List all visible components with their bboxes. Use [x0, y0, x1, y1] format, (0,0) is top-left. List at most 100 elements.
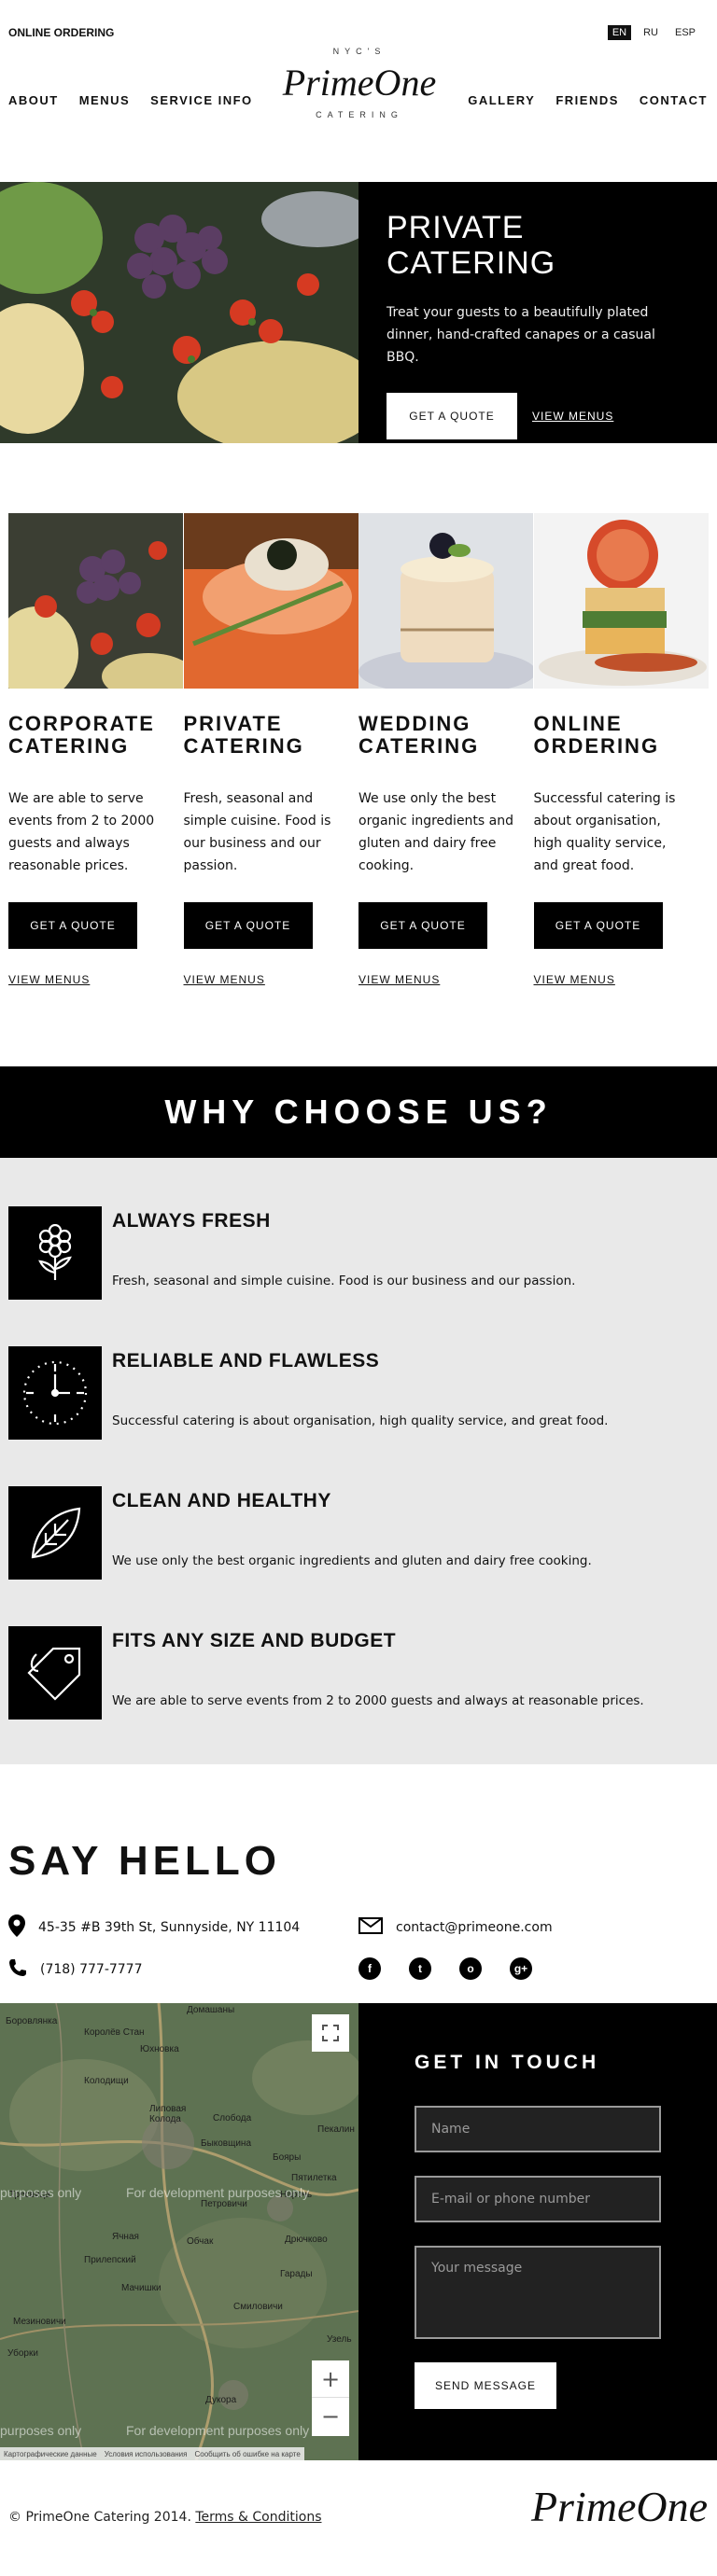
service-card: ONLINE ORDERING Successful catering is a…: [533, 513, 710, 986]
service-title: WEDDING CATERING: [358, 713, 534, 758]
nav-right: GALLERY FRIENDS CONTACT: [468, 93, 708, 107]
service-view-menus-link[interactable]: VIEW MENUS: [8, 973, 184, 986]
service-image: [183, 513, 358, 689]
service-title: CORPORATE CATERING: [8, 713, 184, 758]
map-pin-icon: [8, 1915, 25, 1941]
map-place: Узель: [327, 2334, 352, 2345]
zoom-controls: + −: [312, 2360, 349, 2436]
map-place: Смиловичи: [233, 2302, 283, 2312]
feature-item: ALWAYS FRESH Fresh, seasonal and simple …: [8, 1206, 662, 1300]
online-ordering-link[interactable]: ONLINE ORDERING: [8, 26, 114, 39]
why-choose-band: WHY CHOOSE US?: [0, 1066, 717, 1158]
map-watermark: For development purposes only: [126, 2423, 310, 2438]
phone-text[interactable]: (718) 777-7777: [40, 1962, 143, 1977]
feature-item: RELIABLE AND FLAWLESS Successful caterin…: [8, 1346, 662, 1440]
email-text[interactable]: contact@primeone.com: [396, 1920, 553, 1935]
nav-menus[interactable]: MENUS: [79, 93, 130, 107]
map-place: Пекалин: [317, 2124, 355, 2135]
service-description: We use only the best organic ingredients…: [358, 791, 513, 873]
address-row: 45-35 #B 39th St, Sunnyside, NY 11104: [8, 1915, 300, 1941]
services-grid: CORPORATE CATERING We are able to serve …: [8, 513, 709, 986]
service-description: Fresh, seasonal and simple cuisine. Food…: [183, 791, 331, 873]
zoom-in-button[interactable]: +: [312, 2360, 349, 2398]
service-title: PRIVATE CATERING: [184, 713, 359, 758]
map-attribution: Картографические данные Условия использо…: [0, 2447, 304, 2460]
footer-logo[interactable]: PrimeOne: [531, 2482, 708, 2531]
feature-text: Fresh, seasonal and simple cuisine. Food…: [112, 1274, 576, 1288]
service-get-quote-button[interactable]: GET A QUOTE: [358, 902, 487, 949]
service-title-line1: PRIVATE: [183, 712, 283, 735]
site-header: ONLINE ORDERING EN RU ESP ABOUT MENUS SE…: [0, 0, 717, 182]
service-view-menus-link[interactable]: VIEW MENUS: [184, 973, 359, 986]
service-view-menus-link[interactable]: VIEW MENUS: [534, 973, 710, 986]
facebook-icon[interactable]: f: [358, 1957, 381, 1980]
map-place: Юхновка: [140, 2044, 179, 2054]
twitter-icon[interactable]: t: [409, 1957, 431, 1980]
map-place: Обчак: [187, 2236, 214, 2247]
service-title-line1: WEDDING: [358, 712, 471, 735]
service-title-line2: CATERING: [8, 734, 130, 758]
map-report-link[interactable]: Сообщить об ошибке на карте: [194, 2450, 300, 2458]
logo-top-text: NYC'S: [332, 47, 387, 56]
map-place: Петровичи: [201, 2199, 247, 2209]
instagram-icon[interactable]: o: [459, 1957, 482, 1980]
map-terms-link[interactable]: Условия использования: [105, 2450, 188, 2458]
copyright-text: © PrimeOne Catering 2014.: [8, 2510, 191, 2525]
map-place: Колодищи: [84, 2076, 129, 2086]
fullscreen-button[interactable]: [312, 2014, 349, 2052]
map-place: Бояры: [273, 2152, 302, 2163]
terms-link[interactable]: Terms & Conditions: [195, 2510, 321, 2525]
service-view-menus-link[interactable]: VIEW MENUS: [358, 973, 534, 986]
hero-panel: PRIVATE CATERING Treat your guests to a …: [358, 182, 717, 443]
clock-icon: [8, 1346, 102, 1440]
why-choose-title: WHY CHOOSE US?: [164, 1093, 553, 1131]
feature-item: FITS ANY SIZE AND BUDGET We are able to …: [8, 1626, 662, 1720]
why-choose-list: ALWAYS FRESH Fresh, seasonal and simple …: [0, 1158, 717, 1764]
zoom-out-button[interactable]: −: [312, 2398, 349, 2435]
feature-title: ALWAYS FRESH: [112, 1210, 271, 1232]
address-text: 45-35 #B 39th St, Sunnyside, NY 11104: [38, 1920, 301, 1935]
service-description: Successful catering is about organisatio…: [533, 791, 676, 873]
map-data-credit: Картографические данные: [4, 2449, 97, 2458]
message-textarea[interactable]: Your message: [415, 2246, 661, 2339]
feature-item: CLEAN AND HEALTHY We use only the best o…: [8, 1486, 662, 1580]
send-message-button[interactable]: SEND MESSAGE: [415, 2362, 556, 2409]
contact-form-panel: GET IN TOUCH Name E-mail or phone number…: [358, 2003, 717, 2460]
nav-about[interactable]: ABOUT: [8, 93, 59, 107]
map-place: Домашаны: [187, 2005, 235, 2015]
nav-contact[interactable]: CONTACT: [640, 93, 708, 107]
hero-actions: GET A QUOTE VIEW MENUS: [387, 393, 689, 439]
service-get-quote-button[interactable]: GET A QUOTE: [533, 902, 663, 949]
feature-title: CLEAN AND HEALTHY: [112, 1490, 331, 1511]
nav-gallery[interactable]: GALLERY: [468, 93, 535, 107]
phone-row: (718) 777-7777: [8, 1958, 143, 1981]
service-get-quote-button[interactable]: GET A QUOTE: [183, 902, 313, 949]
service-card: CORPORATE CATERING We are able to serve …: [8, 513, 184, 986]
service-title-line2: CATERING: [358, 734, 480, 758]
google-plus-icon[interactable]: g+: [510, 1957, 532, 1980]
hero-view-menus-link[interactable]: VIEW MENUS: [532, 410, 613, 423]
hero-get-quote-button[interactable]: GET A QUOTE: [387, 393, 517, 439]
logo[interactable]: NYC'S PrimeOne CATERING: [252, 47, 467, 119]
map-place: Быковщина: [201, 2138, 252, 2149]
get-in-touch-title: GET IN TOUCH: [415, 2052, 600, 2073]
map-place: Боровлянка: [6, 2016, 58, 2026]
fullscreen-icon: [322, 2025, 339, 2041]
service-get-quote-button[interactable]: GET A QUOTE: [8, 902, 137, 949]
service-image: [358, 513, 533, 689]
lang-esp[interactable]: ESP: [670, 25, 700, 40]
location-map[interactable]: Боровлянка Королёв Стан Юхновка Домашаны…: [0, 2003, 358, 2460]
service-description: We are able to serve events from 2 to 20…: [8, 791, 155, 873]
lang-en[interactable]: EN: [607, 25, 632, 40]
map-place: Гарады: [280, 2269, 313, 2279]
lang-ru[interactable]: RU: [639, 25, 663, 40]
feature-text: We are able to serve events from 2 to 20…: [112, 1693, 644, 1708]
nav-friends[interactable]: FRIENDS: [555, 93, 619, 107]
logo-bottom-text: CATERING: [316, 110, 403, 119]
service-card: WEDDING CATERING We use only the best or…: [358, 513, 534, 986]
service-image: [8, 513, 183, 689]
map-place: Уборки: [7, 2348, 38, 2359]
name-input[interactable]: Name: [415, 2106, 661, 2152]
nav-service-info[interactable]: SERVICE INFO: [150, 93, 253, 107]
contact-input[interactable]: E-mail or phone number: [415, 2176, 661, 2222]
